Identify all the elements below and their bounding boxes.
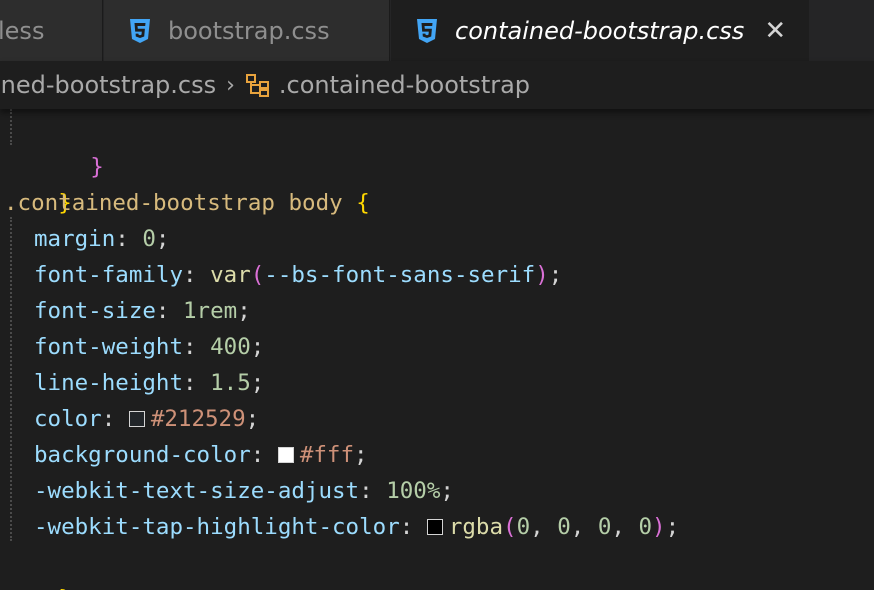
indent-guide — [10, 217, 12, 541]
tab-label: less — [0, 16, 45, 45]
chevron-right-icon: › — [226, 72, 235, 98]
code-line: -webkit-text-size-adjust: 100%; — [34, 478, 454, 504]
css-tag: body — [288, 190, 343, 216]
code-line: font-weight: 400; — [34, 334, 265, 360]
tab-label: contained-bootstrap.css — [455, 16, 745, 45]
code-line: .contained-bootstrap body { — [4, 190, 370, 216]
code-line: } — [90, 154, 104, 180]
tab-contained-bootstrap-css[interactable]: contained-bootstrap.css ✕ — [391, 0, 809, 61]
code-line: } — [4, 545, 72, 590]
color-swatch[interactable] — [277, 447, 294, 463]
tab-bootstrap-css[interactable]: bootstrap.css — [104, 0, 390, 61]
breadcrumb-file[interactable]: ined-bootstrap.css — [0, 71, 216, 99]
color-swatch[interactable] — [128, 411, 145, 427]
class-symbol-icon — [245, 74, 269, 97]
code-line: -webkit-tap-highlight-color: rgba(0, 0, … — [34, 514, 680, 540]
code-line: line-height: 1.5; — [34, 370, 265, 396]
css-selector: .contained-bootstrap — [4, 190, 275, 216]
color-swatch[interactable] — [426, 519, 443, 535]
code-line: margin: 0; — [34, 226, 170, 252]
tab-less[interactable]: less — [0, 0, 103, 61]
breadcrumb-symbol[interactable]: .contained-bootstrap — [279, 71, 530, 99]
tab-bar: less bootstrap.css contained-bootstrap.c… — [0, 0, 874, 61]
code-line: color: #212529; — [34, 406, 260, 432]
css-file-icon — [417, 18, 437, 43]
tab-label: bootstrap.css — [168, 16, 330, 45]
css-file-icon — [130, 18, 150, 43]
code-editor[interactable]: } } .contained-bootstrap body { margin: … — [0, 109, 874, 590]
code-line: background-color: #fff; — [34, 442, 368, 468]
breadcrumb: ined-bootstrap.css › .contained-bootstra… — [0, 61, 874, 109]
code-line: font-family: var(--bs-font-sans-serif); — [34, 262, 563, 288]
code-line: } — [58, 190, 72, 216]
indent-guide — [10, 109, 12, 145]
close-icon[interactable]: ✕ — [764, 16, 786, 46]
code-line: font-size: 1rem; — [34, 298, 251, 324]
